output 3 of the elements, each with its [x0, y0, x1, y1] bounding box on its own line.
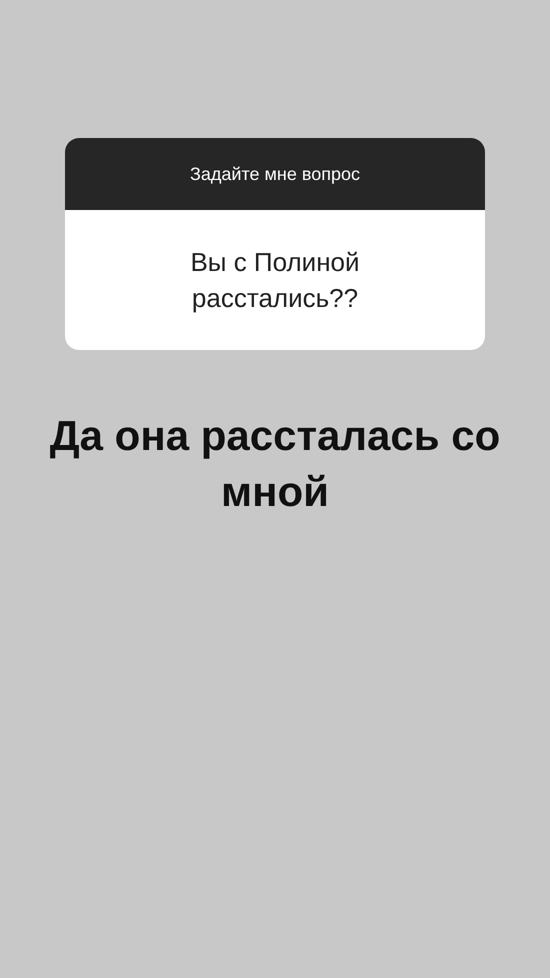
question-text: Вы с Полиной расстались?? [189, 246, 361, 315]
prompt-title: Задайте мне вопрос [190, 164, 360, 184]
answer-text: Да она рассталась со мной [48, 411, 502, 517]
